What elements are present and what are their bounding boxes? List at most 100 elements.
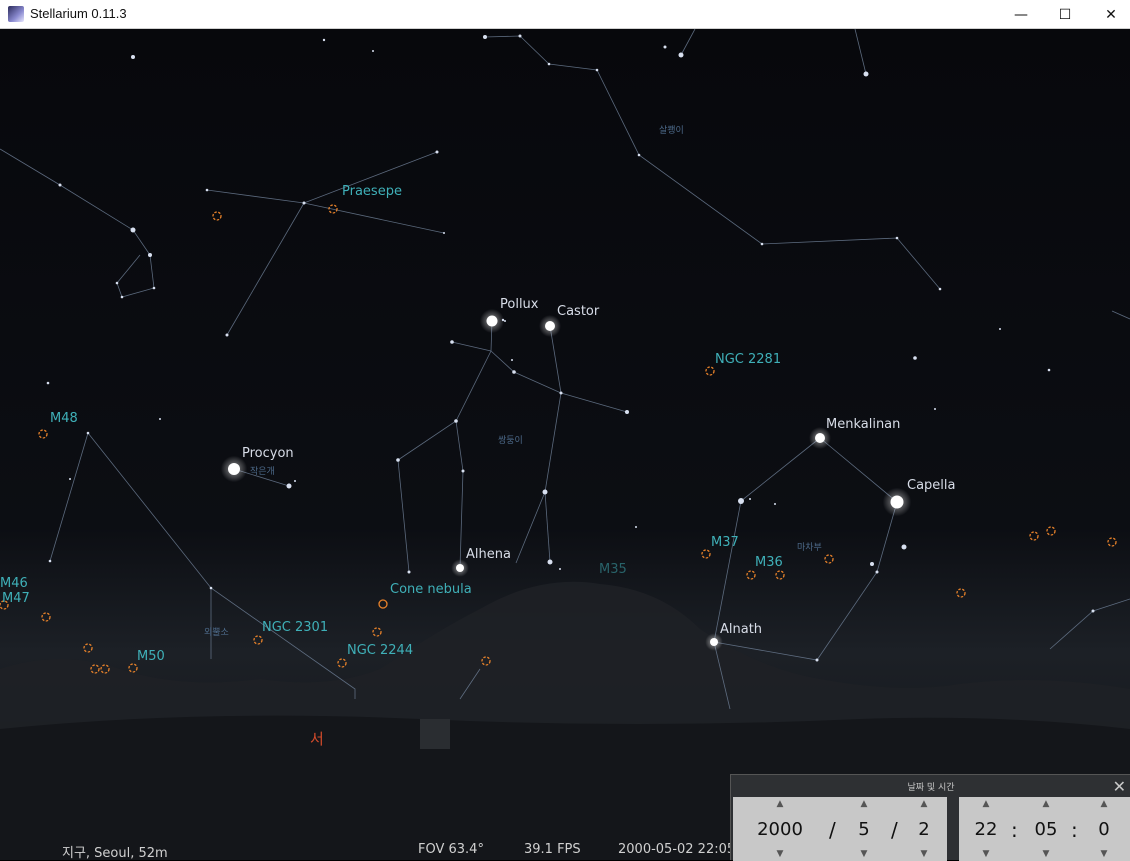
close-icon[interactable]: ✕ xyxy=(1113,777,1126,796)
star[interactable] xyxy=(710,638,718,646)
star[interactable] xyxy=(625,410,629,414)
star[interactable] xyxy=(637,153,641,157)
star[interactable] xyxy=(228,463,240,475)
star[interactable] xyxy=(159,418,161,420)
star[interactable] xyxy=(120,295,124,299)
dso-label-m50[interactable]: M50 xyxy=(137,649,165,664)
dso-label-ngc2281[interactable]: NGC 2281 xyxy=(715,352,781,367)
star[interactable] xyxy=(895,236,899,240)
second-down-arrow-icon[interactable]: ▼ xyxy=(1079,849,1129,859)
star[interactable] xyxy=(545,321,555,331)
star[interactable] xyxy=(58,183,62,187)
star[interactable] xyxy=(760,242,764,246)
star[interactable] xyxy=(999,328,1001,330)
star[interactable] xyxy=(547,559,553,565)
star-label-alnath[interactable]: Alnath xyxy=(720,622,762,637)
star[interactable] xyxy=(396,458,400,462)
dso-label-m37[interactable]: M37 xyxy=(711,535,739,550)
star[interactable] xyxy=(547,62,551,66)
star[interactable] xyxy=(435,150,439,154)
dso-label-m46[interactable]: M46 xyxy=(0,576,28,591)
year-down-arrow-icon[interactable]: ▼ xyxy=(755,849,805,859)
star[interactable] xyxy=(542,489,548,495)
star[interactable] xyxy=(454,419,458,423)
dso-label-ngc2301[interactable]: NGC 2301 xyxy=(262,620,328,635)
star[interactable] xyxy=(863,71,869,77)
star-label-pollux[interactable]: Pollux xyxy=(500,297,539,312)
star[interactable] xyxy=(875,570,879,574)
dso-label-m35[interactable]: M35 xyxy=(599,562,627,577)
star[interactable] xyxy=(559,568,561,570)
star[interactable] xyxy=(504,320,506,322)
month-spinner[interactable]: ▲ 5 ▼ xyxy=(839,797,889,861)
star[interactable] xyxy=(913,356,917,360)
star[interactable] xyxy=(286,483,292,489)
star[interactable] xyxy=(225,333,229,337)
star[interactable] xyxy=(890,495,904,509)
hour-value[interactable]: 22 xyxy=(961,819,1011,840)
star-label-menkalinan[interactable]: Menkalinan xyxy=(826,417,900,432)
star[interactable] xyxy=(901,544,907,550)
star[interactable] xyxy=(512,370,516,374)
star-label-capella[interactable]: Capella xyxy=(907,478,955,493)
star[interactable] xyxy=(152,286,156,290)
minimize-button[interactable]: — xyxy=(998,0,1044,29)
star[interactable] xyxy=(486,315,498,327)
year-spinner[interactable]: ▲ 2000 ▼ xyxy=(755,797,805,861)
hour-up-arrow-icon[interactable]: ▲ xyxy=(961,799,1011,809)
day-spinner[interactable]: ▲ 2 ▼ xyxy=(899,797,949,861)
star[interactable] xyxy=(86,431,90,435)
dso-label-ngc2244[interactable]: NGC 2244 xyxy=(347,643,413,658)
close-button[interactable]: ✕ xyxy=(1088,0,1130,29)
star[interactable] xyxy=(815,658,819,662)
star[interactable] xyxy=(870,562,874,566)
minute-up-arrow-icon[interactable]: ▲ xyxy=(1021,799,1071,809)
month-up-arrow-icon[interactable]: ▲ xyxy=(839,799,889,809)
dso-label-m47[interactable]: M47 xyxy=(2,591,30,606)
star[interactable] xyxy=(131,55,135,59)
star[interactable] xyxy=(205,188,209,192)
year-up-arrow-icon[interactable]: ▲ xyxy=(755,799,805,809)
sky-view[interactable]: Pollux Castor Procyon Alhena Menkalinan … xyxy=(0,29,1130,860)
second-up-arrow-icon[interactable]: ▲ xyxy=(1079,799,1129,809)
day-down-arrow-icon[interactable]: ▼ xyxy=(899,849,949,859)
dso-label-praesepe[interactable]: Praesepe xyxy=(342,184,402,199)
month-down-arrow-icon[interactable]: ▼ xyxy=(839,849,889,859)
hour-down-arrow-icon[interactable]: ▼ xyxy=(961,849,1011,859)
star[interactable] xyxy=(294,480,296,482)
star[interactable] xyxy=(115,281,119,285)
star[interactable] xyxy=(1091,609,1095,613)
maximize-button[interactable]: ☐ xyxy=(1042,0,1088,29)
star-label-procyon[interactable]: Procyon xyxy=(242,446,294,461)
star[interactable] xyxy=(46,381,50,385)
star[interactable] xyxy=(595,68,599,72)
star[interactable] xyxy=(130,227,136,233)
minute-down-arrow-icon[interactable]: ▼ xyxy=(1021,849,1071,859)
star[interactable] xyxy=(518,34,522,38)
star[interactable] xyxy=(815,433,825,443)
day-value[interactable]: 2 xyxy=(899,819,949,840)
star[interactable] xyxy=(461,469,465,473)
month-value[interactable]: 5 xyxy=(839,819,889,840)
star[interactable] xyxy=(372,50,374,52)
star[interactable] xyxy=(322,38,326,42)
star[interactable] xyxy=(456,564,464,572)
star[interactable] xyxy=(511,359,513,361)
star[interactable] xyxy=(483,35,487,39)
star[interactable] xyxy=(443,232,445,234)
second-spinner[interactable]: ▲ 0 ▼ xyxy=(1079,797,1129,861)
star-label-castor[interactable]: Castor xyxy=(557,304,599,319)
second-value[interactable]: 0 xyxy=(1079,819,1129,840)
star[interactable] xyxy=(69,478,71,480)
star[interactable] xyxy=(663,45,667,49)
star[interactable] xyxy=(635,526,637,528)
minute-spinner[interactable]: ▲ 05 ▼ xyxy=(1021,797,1071,861)
sky-canvas[interactable] xyxy=(0,29,1130,860)
minute-value[interactable]: 05 xyxy=(1021,819,1071,840)
star[interactable] xyxy=(209,586,213,590)
star[interactable] xyxy=(48,559,52,563)
star[interactable] xyxy=(1047,368,1051,372)
day-up-arrow-icon[interactable]: ▲ xyxy=(899,799,949,809)
star[interactable] xyxy=(407,570,411,574)
dso-label-m48[interactable]: M48 xyxy=(50,411,78,426)
